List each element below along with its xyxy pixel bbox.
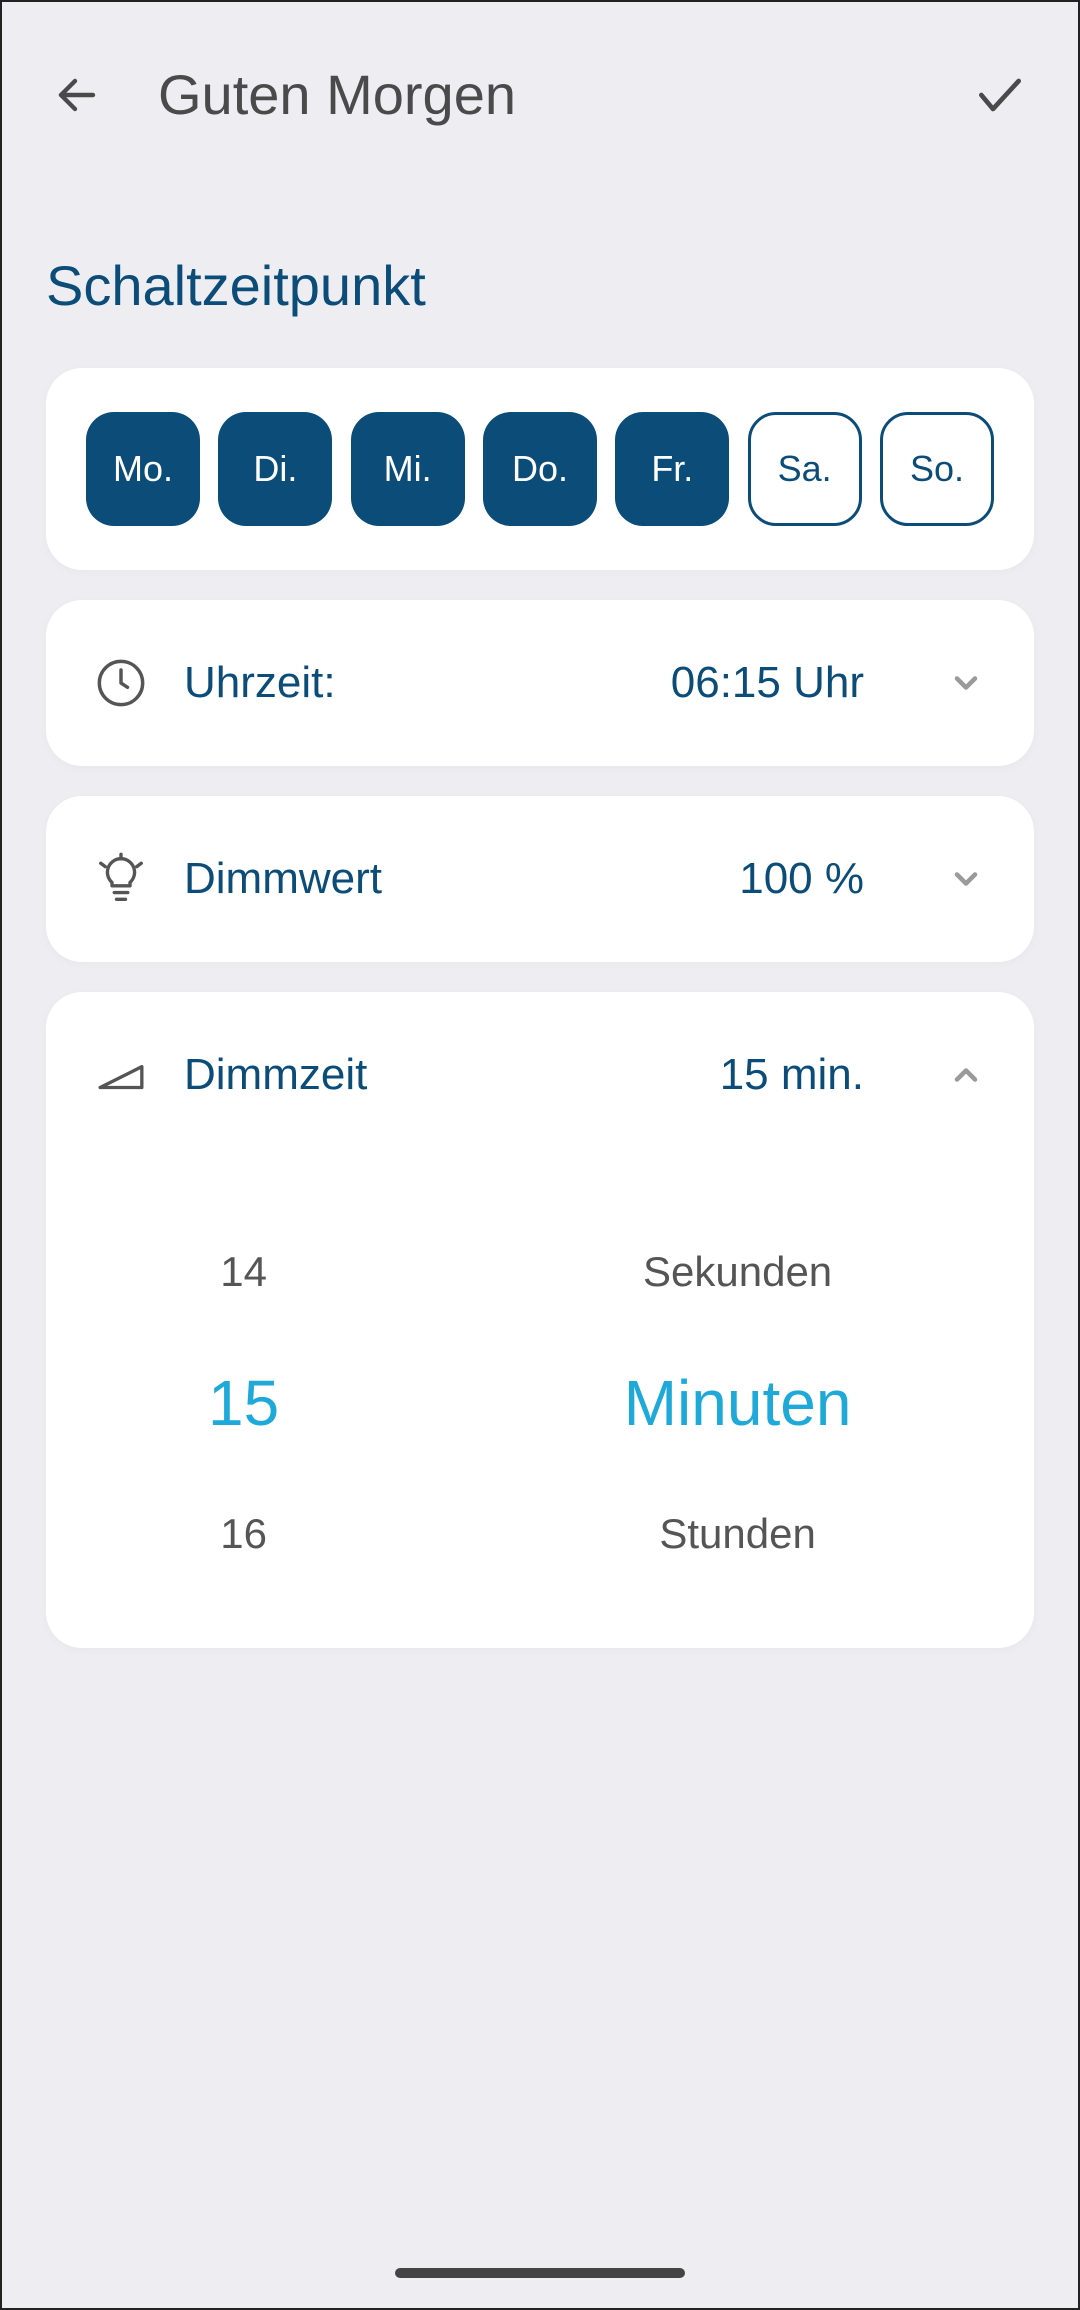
weekday-fr[interactable]: Fr. — [615, 412, 729, 526]
time-label: Uhrzeit: — [184, 658, 635, 708]
picker-unit-selected[interactable]: Minuten — [624, 1366, 852, 1440]
weekday-mi[interactable]: Mi. — [351, 412, 465, 526]
picker-number-column[interactable]: 14 15 16 — [46, 1248, 441, 1558]
dim-time-card: Dimmzeit 15 min. 14 15 16 Sekunden Minut… — [46, 992, 1034, 1648]
chevron-up-icon — [948, 1057, 984, 1093]
back-button[interactable] — [50, 68, 104, 122]
picker-unit-next[interactable]: Stunden — [659, 1510, 815, 1558]
picker-num-selected[interactable]: 15 — [208, 1366, 279, 1440]
weekday-mo[interactable]: Mo. — [86, 412, 200, 526]
clock-icon — [94, 656, 148, 710]
time-card[interactable]: Uhrzeit: 06:15 Uhr — [46, 600, 1034, 766]
weekday-do[interactable]: Do. — [483, 412, 597, 526]
dim-time-picker[interactable]: 14 15 16 Sekunden Minuten Stunden — [46, 1158, 1034, 1648]
dim-value-row: Dimmwert 100 % — [46, 796, 1034, 962]
ramp-icon — [94, 1048, 148, 1102]
weekday-sa[interactable]: Sa. — [748, 412, 862, 526]
page-title: Guten Morgen — [158, 62, 916, 127]
time-expand-button[interactable] — [946, 663, 986, 703]
bulb-icon — [94, 852, 148, 906]
dim-time-row[interactable]: Dimmzeit 15 min. — [46, 992, 1034, 1158]
chevron-down-icon — [948, 665, 984, 701]
dim-value-label: Dimmwert — [184, 854, 703, 904]
weekday-picker: Mo. Di. Mi. Do. Fr. Sa. So. — [46, 368, 1034, 570]
check-icon — [972, 67, 1028, 123]
time-value: 06:15 Uhr — [671, 658, 864, 708]
section-title: Schaltzeitpunkt — [2, 163, 1078, 368]
dim-time-value: 15 min. — [720, 1050, 864, 1100]
dim-value-expand-button[interactable] — [946, 859, 986, 899]
picker-unit-column[interactable]: Sekunden Minuten Stunden — [441, 1248, 1034, 1558]
weekday-card: Mo. Di. Mi. Do. Fr. Sa. So. — [46, 368, 1034, 570]
header: Guten Morgen — [2, 2, 1078, 163]
picker-num-next[interactable]: 16 — [220, 1510, 267, 1558]
confirm-button[interactable] — [970, 65, 1030, 125]
weekday-di[interactable]: Di. — [218, 412, 332, 526]
weekday-so[interactable]: So. — [880, 412, 994, 526]
dim-value-value: 100 % — [739, 854, 864, 904]
arrow-left-icon — [53, 71, 101, 119]
dim-time-label: Dimmzeit — [184, 1050, 684, 1100]
picker-num-prev[interactable]: 14 — [220, 1248, 267, 1296]
screen: Guten Morgen Schaltzeitpunkt Mo. Di. Mi.… — [0, 0, 1080, 2310]
dim-time-collapse-button[interactable] — [946, 1055, 986, 1095]
dim-value-card[interactable]: Dimmwert 100 % — [46, 796, 1034, 962]
picker-unit-prev[interactable]: Sekunden — [643, 1248, 832, 1296]
chevron-down-icon — [948, 861, 984, 897]
time-row: Uhrzeit: 06:15 Uhr — [46, 600, 1034, 766]
home-indicator[interactable] — [395, 2268, 685, 2278]
